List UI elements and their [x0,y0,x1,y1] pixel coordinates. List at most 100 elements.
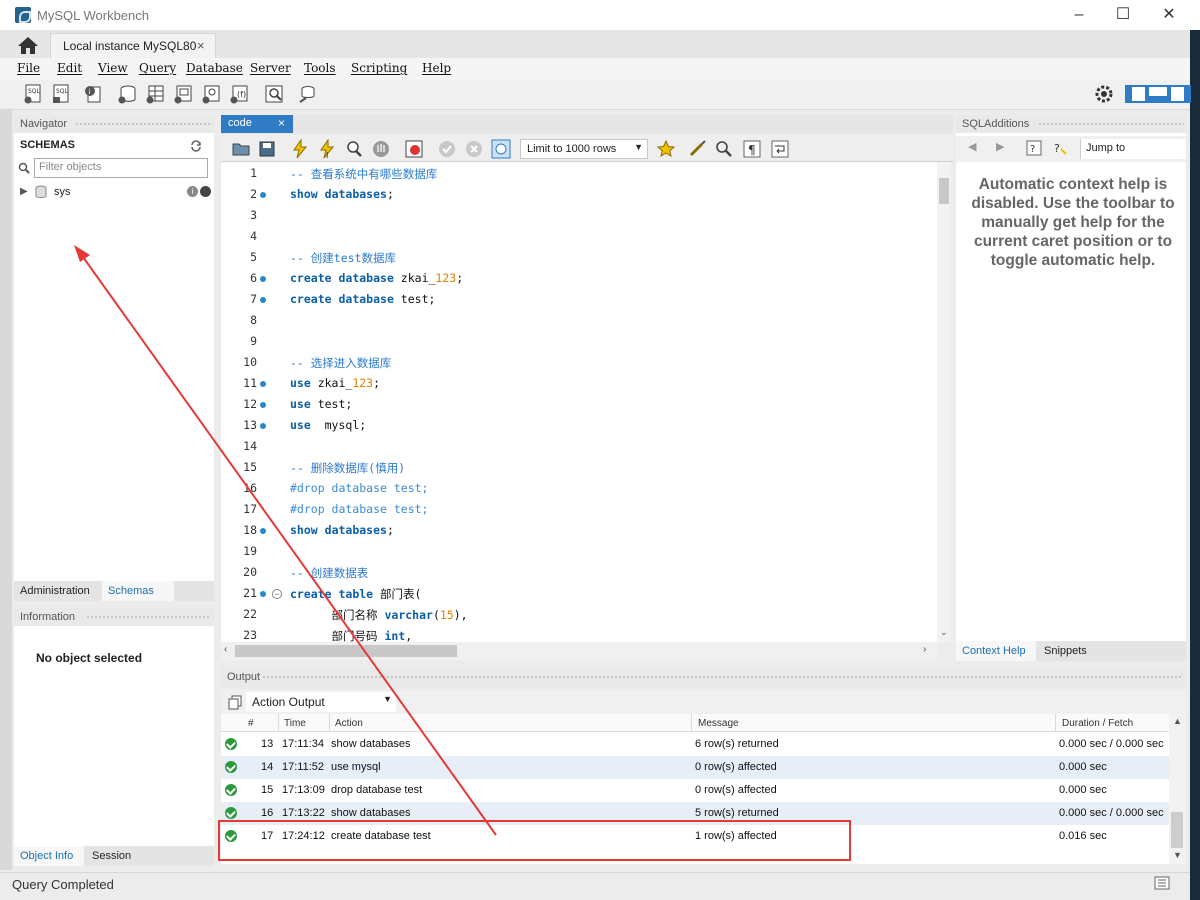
tab-session[interactable]: Session [86,846,146,866]
menu-file[interactable]: File [17,61,40,75]
fold-toggle-icon[interactable]: − [272,589,282,599]
explain-icon[interactable] [344,139,364,159]
toggle-secondary-sidebar-icon[interactable] [1169,83,1191,105]
jump-to-select[interactable]: Jump to [1080,139,1186,159]
home-icon[interactable] [16,35,40,55]
output-type-label: Action Output [252,695,325,709]
wrap-lines-icon[interactable] [770,139,790,159]
expand-arrow-icon[interactable]: ▶ [20,186,28,197]
close-tab-icon[interactable]: × [278,116,285,130]
editor-vertical-scrollbar[interactable]: ⌄ [937,162,951,642]
toggle-output-icon[interactable] [1147,83,1169,105]
close-tab-icon[interactable]: × [197,38,205,53]
menu-help[interactable]: Help [422,61,451,75]
open-sql-script-icon[interactable]: SQL [50,83,72,105]
create-view-icon[interactable] [172,83,194,105]
inspector-icon[interactable]: i [82,83,104,105]
svg-text:SQL: SQL [56,88,69,95]
sql-additions-title: SQLAdditions [962,118,1030,130]
execute-current-icon[interactable]: I [317,138,337,160]
menu-view[interactable]: View [98,61,128,75]
new-sql-tab-icon[interactable]: SQL [22,83,44,105]
status-panel-icon[interactable] [1154,876,1170,890]
maximize-button[interactable]: ☐ [1100,0,1146,30]
help-line: Automatic context help is [978,176,1168,193]
table-row[interactable]: 13 17:11:34 show databases 6 row(s) returne… [221,733,1169,756]
menu-query[interactable]: Query [139,61,176,75]
stop-icon[interactable] [371,139,391,159]
commit-icon[interactable] [437,139,457,159]
tab-context-help[interactable]: Context Help [956,641,1036,661]
filter-objects-input[interactable]: Filter objects [34,158,208,178]
scroll-thumb[interactable] [939,178,949,204]
find-icon[interactable] [714,139,734,159]
connection-tab[interactable]: Local instance MySQL80 × [50,33,216,58]
close-window-button[interactable]: ✕ [1146,0,1192,30]
line-number: 23 [243,628,257,642]
minimize-button[interactable]: – [1056,0,1102,30]
copy-icon[interactable] [227,694,243,710]
tab-snippets[interactable]: Snippets [1038,641,1108,661]
scroll-right-arrow-icon[interactable]: › [923,644,926,655]
menu-database[interactable]: Database [186,61,243,75]
output-vertical-scrollbar[interactable]: ▲ ▼ [1169,714,1186,864]
schema-item-sys[interactable]: ▶ sys i [14,184,214,202]
limit-rows-select[interactable]: Limit to 1000 rows ▼ [520,139,648,159]
create-schema-icon[interactable] [116,83,138,105]
scroll-thumb[interactable] [1171,812,1183,848]
manual-help-icon[interactable]: ? [1026,140,1042,156]
toggle-sidebar-icon[interactable] [1125,83,1147,105]
column-message[interactable]: Message [698,718,739,729]
context-help-text: Automatic context help is disabled. Use … [960,175,1186,270]
back-arrow-icon[interactable]: ◀ [968,140,976,153]
tab-administration[interactable]: Administration [14,581,102,601]
sql-editor[interactable]: 1 -- 查看系统中有哪些数据库 2 show databases; 3 4 5 -- 创建t… [221,162,937,642]
row-action: show databases [331,807,411,819]
scroll-left-arrow-icon[interactable]: ‹ [224,644,227,655]
stop-on-error-icon[interactable] [404,139,424,159]
tab-schemas[interactable]: Schemas [102,581,174,601]
scroll-down-arrow-icon[interactable]: ⌄ [940,627,948,638]
editor-tab-code[interactable]: code × [221,115,293,133]
column-action[interactable]: Action [335,718,363,729]
preferences-gear-icon[interactable] [1093,83,1115,105]
column-duration[interactable]: Duration / Fetch [1062,718,1133,729]
line-number: 3 [250,208,257,222]
code-line: -- 创建test数据库 [290,251,396,265]
refresh-icon[interactable] [190,140,202,152]
scroll-down-arrow-icon[interactable]: ▼ [1173,850,1182,860]
save-icon[interactable] [257,139,277,159]
invisible-chars-icon[interactable]: ¶ [742,139,762,159]
tab-object-info[interactable]: Object Info [14,846,84,866]
table-row[interactable]: 14 17:11:52 use mysql 0 row(s) affected 0.00… [221,756,1169,779]
auto-help-icon[interactable]: ? [1052,140,1068,156]
menu-scripting[interactable]: Scripting [351,61,407,75]
editor-horizontal-scrollbar[interactable]: ‹ › [221,642,937,660]
code-line: use mysql; [290,418,367,432]
scroll-thumb[interactable] [235,645,457,657]
create-table-icon[interactable] [144,83,166,105]
search-table-data-icon[interactable] [263,83,285,105]
scroll-up-arrow-icon[interactable]: ▲ [1173,716,1182,726]
column-time[interactable]: Time [284,718,306,729]
execute-icon[interactable] [290,138,310,159]
output-type-select[interactable]: Action Output ▼ [246,692,396,712]
row-duration: 0.000 sec [1059,761,1107,773]
open-file-icon[interactable] [231,139,251,159]
rollback-icon[interactable] [464,139,484,159]
add-snippet-star-icon[interactable] [656,139,676,159]
menu-edit[interactable]: Edit [57,61,82,75]
reconnect-icon[interactable] [296,83,318,105]
information-panel: No object selected [14,626,214,846]
table-row[interactable]: 15 17:13:09 drop database test 0 row(s) aff… [221,779,1169,802]
beautify-icon[interactable] [688,139,708,159]
autocommit-icon[interactable] [491,139,511,159]
info-icon[interactable]: i [187,186,198,197]
forward-arrow-icon[interactable]: ▶ [996,140,1004,153]
create-function-icon[interactable]: (f) [228,83,250,105]
wrench-icon[interactable] [200,186,211,197]
create-procedure-icon[interactable] [200,83,222,105]
menu-tools[interactable]: Tools [304,61,336,75]
menu-server[interactable]: Server [250,61,291,75]
column-number[interactable]: # [248,718,254,729]
